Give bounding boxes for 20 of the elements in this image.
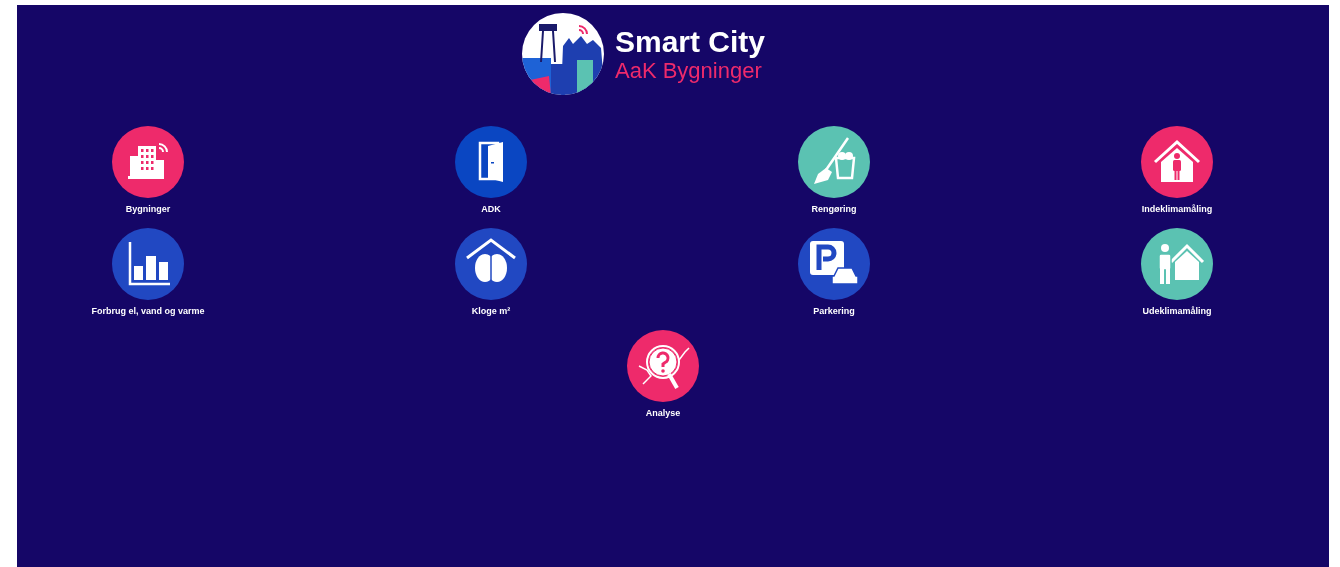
cleaning-tile-icon[interactable] [798, 126, 870, 198]
tile-label: Indeklimamåling [1141, 204, 1213, 214]
analysis-tile-icon[interactable] [627, 330, 699, 402]
tile-label: Rengøring [811, 204, 857, 214]
tile-label: Forbrug el, vand og varme [91, 306, 205, 316]
tile-label: Udeklimamåling [1142, 306, 1212, 316]
app-subtitle: AaK Bygninger [615, 59, 763, 83]
buildings-tile-icon[interactable] [112, 126, 184, 198]
parking-tile-icon[interactable] [798, 228, 870, 300]
outdoor-tile-icon[interactable] [1141, 228, 1213, 300]
tile-label: ADK [481, 204, 501, 214]
chart-tile-icon[interactable] [112, 228, 184, 300]
door-tile-icon[interactable] [455, 126, 527, 198]
app-title: Smart City [615, 25, 766, 59]
tile-label: Kloge m² [471, 306, 511, 316]
brain-tile-icon[interactable] [455, 228, 527, 300]
tile-label: Parkering [813, 306, 855, 316]
tile-label: Analyse [645, 408, 681, 418]
indoor-tile-icon[interactable] [1141, 126, 1213, 198]
tile-label: Bygninger [125, 204, 171, 214]
